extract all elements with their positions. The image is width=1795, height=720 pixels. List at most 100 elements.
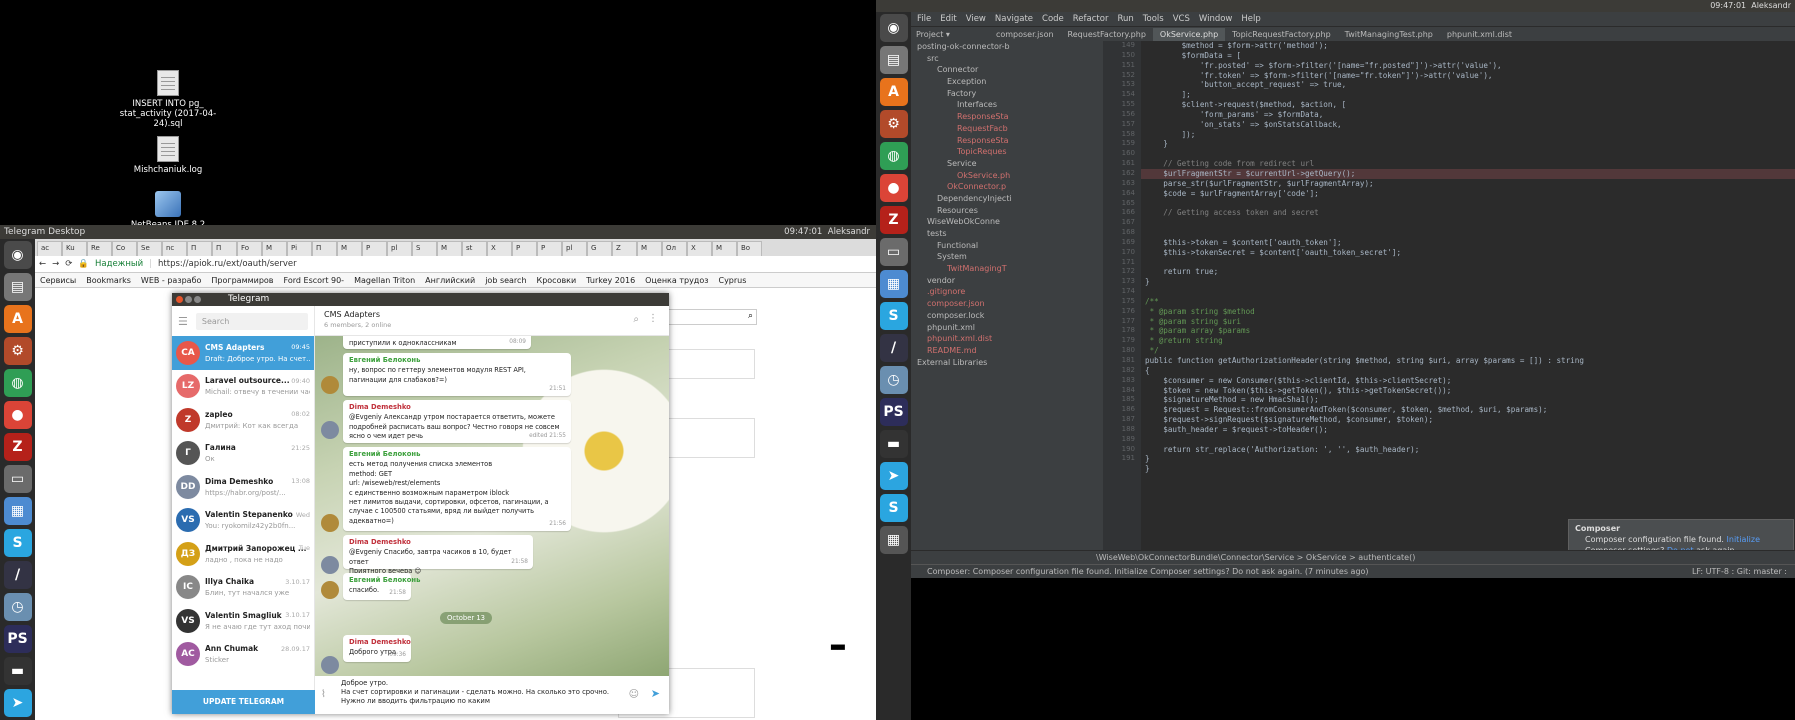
back-icon[interactable]: ← [39, 259, 46, 269]
tree-item[interactable]: posting-ok-connector-b [911, 41, 1103, 53]
menu-item[interactable]: Help [1241, 14, 1260, 24]
tree-item[interactable]: vendor [911, 275, 1103, 287]
remote-icon[interactable]: ▦ [3, 497, 32, 525]
tree-item[interactable]: System [911, 251, 1103, 263]
skype-icon[interactable]: S [879, 302, 908, 330]
chrome-icon[interactable]: ● [3, 401, 32, 429]
tree-item[interactable]: TopicReques [911, 146, 1103, 158]
pen-icon[interactable]: / [879, 334, 908, 362]
tree-item[interactable]: TwitManagingT [911, 263, 1103, 275]
tree-item[interactable]: ResponseSta [911, 111, 1103, 123]
breadcrumb[interactable]: \WiseWeb\OkConnectorBundle\Connector\Ser… [911, 550, 1795, 564]
tree-item[interactable]: tests [911, 228, 1103, 240]
tree-item[interactable]: Factory [911, 88, 1103, 100]
editor-tab[interactable]: RequestFactory.php [1061, 28, 1153, 41]
menu-item[interactable]: Refactor [1073, 14, 1109, 24]
browser-tab[interactable]: П [187, 241, 212, 256]
menu-item[interactable]: Window [1199, 14, 1233, 24]
editor-tab[interactable]: TopicRequestFactory.php [1225, 28, 1337, 41]
tree-item[interactable]: OkService.ph [911, 170, 1103, 182]
desktop-file-sql[interactable]: INSERT INTO pg_ stat_activity (2017-04-2… [113, 70, 223, 129]
browser-tab[interactable]: Ол [662, 241, 687, 256]
software-center-icon[interactable]: A [879, 78, 908, 106]
tree-item[interactable]: phpunit.xml [911, 322, 1103, 334]
browser-tab[interactable]: G [587, 241, 612, 256]
menu-item[interactable]: Run [1117, 14, 1133, 24]
editor-tab[interactable]: OkService.php [1152, 27, 1226, 41]
menu-item[interactable]: View [966, 14, 986, 24]
browser-tab[interactable]: Х [487, 241, 512, 256]
menu-item[interactable]: File [917, 14, 931, 24]
tree-item[interactable]: README.md [911, 345, 1103, 357]
browser-tab[interactable]: pl [562, 241, 587, 256]
tree-item[interactable]: Interfaces [911, 99, 1103, 111]
bookmark-item[interactable]: Ford Escort 90- [284, 276, 345, 285]
filezilla-icon[interactable]: Z [879, 206, 908, 234]
chat-item[interactable]: VS Valentin Stepanenko You: ryokomilz42y2b… [172, 504, 314, 538]
browser-tab[interactable]: st [462, 241, 487, 256]
chrome-icon[interactable]: ● [879, 174, 908, 202]
browser-tab[interactable]: Se [137, 241, 162, 256]
avatar[interactable] [321, 581, 339, 599]
browser-tab[interactable]: nc [162, 241, 187, 256]
tree-item[interactable]: composer.json [911, 298, 1103, 310]
search-icon[interactable]: ⌕ [633, 314, 639, 325]
bookmark-item[interactable]: Кросовки [537, 276, 577, 285]
software-center-icon[interactable]: A [3, 305, 32, 333]
menu-item[interactable]: Edit [940, 14, 956, 24]
browser-tab[interactable]: Ku [62, 241, 87, 256]
avatar[interactable] [321, 421, 339, 439]
send-icon[interactable]: ➤ [651, 688, 660, 699]
sync-icon[interactable]: ◍ [3, 369, 32, 397]
browser-tab[interactable]: М [637, 241, 662, 256]
editor-tab[interactable]: TwitManagingTest.php [1338, 28, 1440, 41]
telegram-icon[interactable]: ➤ [879, 462, 908, 490]
drive-icon[interactable]: ▭ [3, 465, 32, 493]
bookmark-item[interactable]: Сервисы [40, 276, 76, 285]
drive-icon[interactable]: ▭ [879, 238, 908, 266]
menu-item[interactable]: Navigate [995, 14, 1033, 24]
browser-tab[interactable]: П [312, 241, 337, 256]
address-bar[interactable]: ← → ⟳ 🔒 Надежный | https://apiok.ru/ext/… [35, 256, 876, 273]
tree-item[interactable]: .gitignore [911, 286, 1103, 298]
browser-tab[interactable]: pl [387, 241, 412, 256]
menu-item[interactable]: VCS [1173, 14, 1190, 24]
avatar[interactable] [321, 656, 339, 674]
message-input[interactable]: ⌇ Доброе утро. На счет сортировки и паги… [315, 676, 669, 714]
project-dropdown[interactable]: Project ▾ [911, 30, 955, 39]
browser-tab[interactable]: Р [537, 241, 562, 256]
browser-tab[interactable]: М [712, 241, 737, 256]
initialize-link[interactable]: Initialize [1727, 535, 1760, 544]
browser-tab[interactable]: S [412, 241, 437, 256]
chat-item[interactable]: ДЗ Дмитрий Запорожец ... ладно , пока не н… [172, 537, 314, 571]
browser-tab[interactable]: П [212, 241, 237, 256]
settings-icon[interactable]: ⚙ [879, 110, 908, 138]
remote-icon[interactable]: ▦ [879, 270, 908, 298]
menu-item[interactable]: Code [1042, 14, 1064, 24]
pen-icon[interactable]: / [3, 561, 32, 589]
close-icon[interactable] [176, 296, 183, 303]
tree-item[interactable]: DependencyInjecti [911, 193, 1103, 205]
avatar[interactable] [321, 556, 339, 574]
timer-icon[interactable]: ◷ [879, 366, 908, 394]
tree-item[interactable]: composer.lock [911, 310, 1103, 322]
browser-tab[interactable]: Co [112, 241, 137, 256]
files-icon[interactable]: ▤ [3, 273, 32, 301]
skype-icon[interactable]: S [3, 529, 32, 557]
tree-item[interactable]: Service [911, 158, 1103, 170]
update-telegram-button[interactable]: UPDATE TELEGRAM [172, 690, 315, 714]
conversation-title[interactable]: CMS Adapters [324, 310, 660, 319]
tree-item[interactable]: Functional [911, 240, 1103, 252]
bookmark-item[interactable]: Оценка трудоз [645, 276, 708, 285]
search-input[interactable]: Search [195, 312, 308, 330]
browser-tab[interactable]: М [437, 241, 462, 256]
browser-tab[interactable]: М [262, 241, 287, 256]
bookmark-item[interactable]: Программиров [211, 276, 273, 285]
more-icon[interactable]: ⋮ [648, 313, 658, 324]
bookmark-item[interactable]: Turkey 2016 [586, 276, 635, 285]
bookmark-item[interactable]: Cyprus [718, 276, 746, 285]
browser-tab[interactable]: Х [687, 241, 712, 256]
browser-tab[interactable]: Z [612, 241, 637, 256]
workspace-icon[interactable]: ▦ [879, 526, 908, 554]
browser-tab[interactable]: Р [512, 241, 537, 256]
